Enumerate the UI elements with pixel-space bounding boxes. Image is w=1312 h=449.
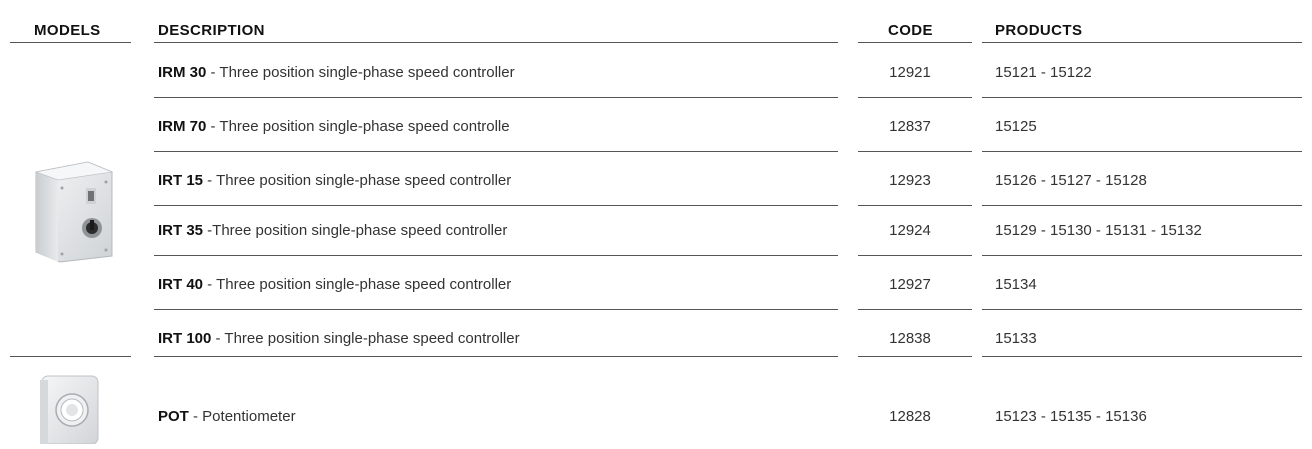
row-rule (982, 151, 1302, 152)
table-row-code: 12924 (889, 222, 931, 239)
model-name: IRT 35 (158, 222, 204, 239)
header-rule-code (858, 42, 972, 43)
row-rule (858, 151, 972, 152)
potentiometer-icon (40, 375, 99, 445)
header-models: MODELS (34, 22, 101, 39)
table-row-description: IRM 30 - Three position single-phase spe… (158, 64, 515, 81)
table-row-products: 15129 - 15130 - 15131 - 15132 (995, 222, 1202, 239)
header-rule-description (154, 42, 838, 43)
table-row-code: 12828 (889, 408, 931, 425)
header-description: DESCRIPTION (158, 22, 265, 39)
model-name: IRT 100 (158, 330, 212, 347)
speed-controller-box-image (28, 158, 120, 264)
model-name: IRM 30 (158, 64, 207, 81)
model-name: IRT 40 (158, 276, 204, 293)
row-rule (154, 255, 838, 256)
row-rule (982, 97, 1302, 98)
row-rule (154, 309, 838, 310)
table-row-products: 15134 (995, 276, 1037, 293)
row-rule (858, 356, 972, 357)
header-code: CODE (888, 22, 933, 39)
table-row-code: 12927 (889, 276, 931, 293)
table-row-code: 12923 (889, 172, 931, 189)
row-rule (154, 151, 838, 152)
row-rule (858, 205, 972, 206)
table-row-description: IRM 70 - Three position single-phase spe… (158, 118, 510, 135)
table-row-code: 12921 (889, 64, 931, 81)
table-row-code: 12838 (889, 330, 931, 347)
table-row-products: 15126 - 15127 - 15128 (995, 172, 1147, 189)
description-text: - Three position single-phase speed cont… (203, 276, 512, 293)
model-name: IRM 70 (158, 118, 207, 135)
table-row-products: 15123 - 15135 - 15136 (995, 408, 1147, 425)
row-rule (154, 356, 838, 357)
row-rule (154, 97, 838, 98)
table-row-description: IRT 15 - Three position single-phase spe… (158, 172, 511, 189)
description-text: - Three position single-phase speed cont… (211, 330, 520, 347)
description-text: - Three position single-phase speed cont… (206, 64, 515, 81)
group-rule (10, 356, 131, 357)
speed-controller-box-icon (34, 161, 114, 263)
row-rule (982, 205, 1302, 206)
row-rule (982, 255, 1302, 256)
description-text: - Potentiometer (188, 408, 296, 425)
model-name: POT (158, 408, 189, 425)
row-rule (982, 356, 1302, 357)
table-row-code: 12837 (889, 118, 931, 135)
description-text: - Three position single-phase speed cont… (206, 118, 510, 135)
row-rule (982, 309, 1302, 310)
potentiometer-image (38, 374, 100, 445)
model-name: IRT 15 (158, 172, 204, 189)
row-rule (858, 309, 972, 310)
table-row-description: IRT 40 - Three position single-phase spe… (158, 276, 511, 293)
table-row-description: POT - Potentiometer (158, 408, 296, 425)
row-rule (858, 255, 972, 256)
header-products: PRODUCTS (995, 22, 1083, 39)
table-row-description: IRT 35 -Three position single-phase spee… (158, 222, 507, 239)
table-row-description: IRT 100 - Three position single-phase sp… (158, 330, 520, 347)
description-text: -Three position single-phase speed contr… (203, 222, 508, 239)
header-rule-products (982, 42, 1302, 43)
row-rule (858, 97, 972, 98)
header-rule-models (10, 42, 131, 43)
table-row-products: 15125 (995, 118, 1037, 135)
row-rule (154, 205, 838, 206)
table-row-products: 15121 - 15122 (995, 64, 1092, 81)
table-row-products: 15133 (995, 330, 1037, 347)
description-text: - Three position single-phase speed cont… (203, 172, 512, 189)
